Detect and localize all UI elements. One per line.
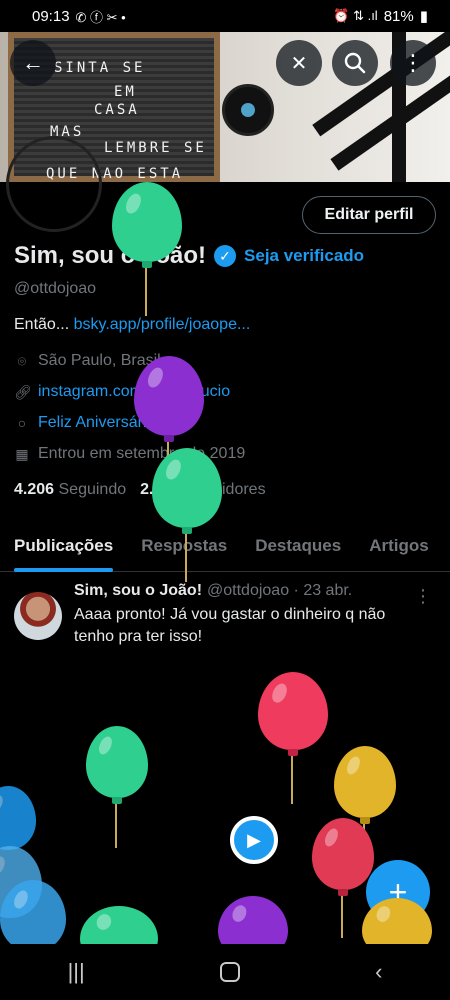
system-icons: ⏰ ⇅ .ıl xyxy=(333,8,378,23)
follow-stats: 4.206 Seguindo 2.145 Seguidores xyxy=(14,481,266,499)
more-vertical-icon: ⋮ xyxy=(402,50,424,75)
link-icon: 🔗︎ xyxy=(14,383,32,400)
balloon-string xyxy=(115,802,117,848)
profile-tabs: Publicações Respostas Destaques Artigos xyxy=(0,520,450,572)
back-nav-icon[interactable]: ‹ xyxy=(375,959,382,985)
balloon-string xyxy=(341,894,343,938)
following-label: Seguindo xyxy=(58,481,127,498)
balloon-green xyxy=(152,448,222,534)
recent-apps-icon[interactable]: ||| xyxy=(68,959,85,985)
board-line: SINTA SE xyxy=(54,60,146,76)
post-text: Aaaa pronto! Já vou gastar o dinheiro q … xyxy=(74,606,386,645)
balloon-blue xyxy=(0,786,36,850)
balloon-red xyxy=(312,818,374,896)
location-row: ⌾ São Paulo, Brasil xyxy=(14,352,161,370)
status-time: 09:13 xyxy=(32,7,70,25)
vinyl-record xyxy=(222,84,274,136)
tab-publicacoes[interactable]: Publicações xyxy=(0,520,127,572)
calendar-icon: ▦ xyxy=(15,445,29,462)
get-verified-link[interactable]: Seja verificado xyxy=(244,246,364,266)
search-button[interactable] xyxy=(332,40,378,86)
post-item[interactable]: Sim, sou o João! @ottdojoao · 23 abr. Aa… xyxy=(0,572,450,658)
board-line: EM xyxy=(114,84,137,100)
balloon-string xyxy=(145,266,147,316)
system-nav-bar: ||| ‹ xyxy=(0,944,450,1000)
balloon-string xyxy=(185,532,187,582)
post-meta: @ottdojoao · 23 abr. xyxy=(207,582,353,599)
profile-handle: @ottdojoao xyxy=(14,280,97,297)
edit-profile-button[interactable]: Editar perfil xyxy=(302,196,436,234)
battery-level: 81% xyxy=(383,7,414,25)
display-name: Sim, sou o João! xyxy=(14,242,207,269)
board-line: LEMBRE SE xyxy=(104,140,207,156)
more-button[interactable]: ⋮ xyxy=(390,40,436,86)
name-row: Sim, sou o João! ✓ Seja verificado xyxy=(14,242,364,270)
battery-icon: ▮ xyxy=(419,8,428,25)
balloon-blue xyxy=(0,880,66,952)
grok-icon: ✕ xyxy=(290,52,308,75)
following-count: 4.206 xyxy=(14,481,55,498)
joined-text: Entrou em setembro de 2019 xyxy=(38,445,246,462)
play-icon: ▶ xyxy=(247,829,261,850)
tab-destaques[interactable]: Destaques xyxy=(241,520,355,572)
post-more-icon[interactable]: ⋮ xyxy=(414,586,432,607)
balloon-purple xyxy=(134,356,204,442)
bio-text: Então... xyxy=(14,316,70,333)
balloon-green xyxy=(86,726,148,804)
balloon-red xyxy=(258,672,328,756)
post-avatar[interactable] xyxy=(14,592,62,640)
profile-bio: Então... bsky.app/profile/joaope... xyxy=(14,316,250,334)
following-link[interactable]: 4.206 Seguindo xyxy=(14,481,126,499)
profile-avatar[interactable] xyxy=(6,136,102,232)
home-icon[interactable] xyxy=(219,962,240,982)
location-icon: ⌾ xyxy=(17,352,27,369)
grok-button[interactable]: ✕ xyxy=(276,40,322,86)
bio-link[interactable]: bsky.app/profile/joaope... xyxy=(74,316,251,333)
back-arrow-icon: ← xyxy=(22,50,44,75)
verified-badge-icon[interactable]: ✓ xyxy=(214,245,237,267)
notification-icons: ✆ ⓕ ✂ • xyxy=(75,9,126,25)
balloon-green xyxy=(112,182,182,268)
balloon-yellow xyxy=(334,746,396,824)
board-line: CASA xyxy=(94,102,140,118)
status-bar: 09:13 ✆ ⓕ ✂ • ⏰ ⇅ .ıl 81% ▮ xyxy=(0,0,450,32)
search-icon xyxy=(344,52,366,74)
balloon-string xyxy=(291,754,293,804)
balloon-icon: ○ xyxy=(17,415,27,431)
post-author-name[interactable]: Sim, sou o João! xyxy=(74,582,202,600)
back-button[interactable]: ← xyxy=(10,40,56,86)
location-text: São Paulo, Brasil xyxy=(38,352,161,369)
tab-artigos[interactable]: Artigos xyxy=(355,520,443,572)
play-button[interactable]: ▶ xyxy=(230,816,278,864)
